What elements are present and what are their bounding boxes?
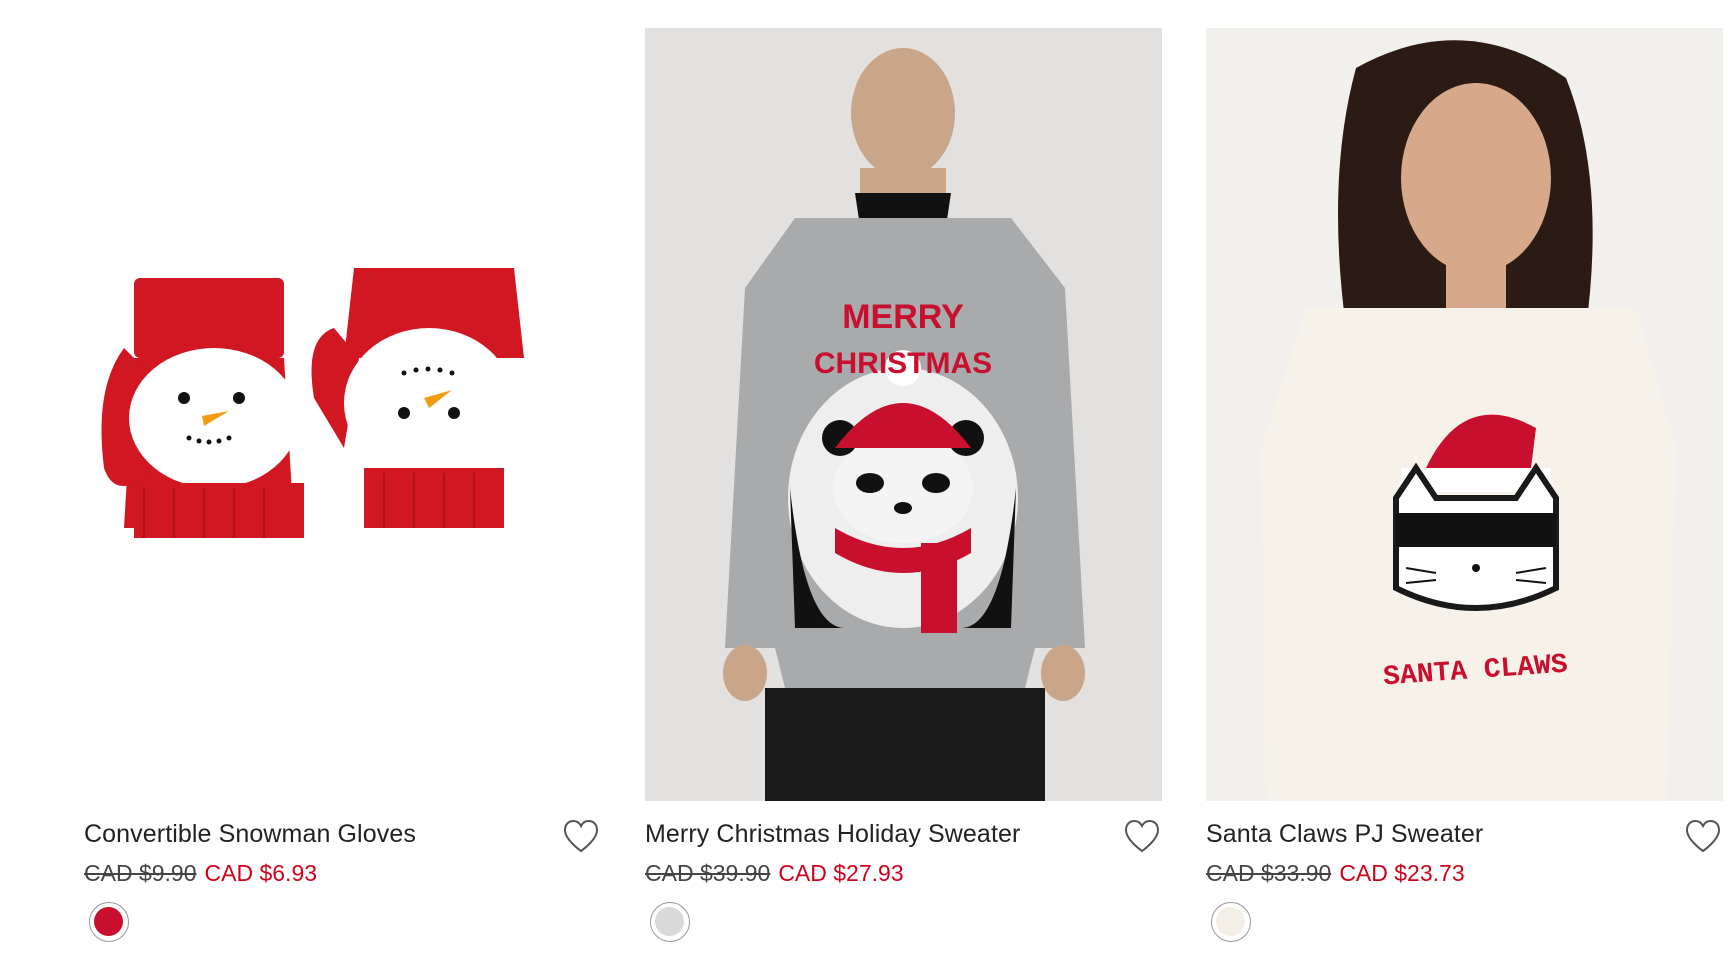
product-card: MERRY CHRISTMAS Merry Christmas Holiday … [645, 28, 1162, 956]
product-image[interactable] [84, 28, 601, 801]
product-grid: Convertible Snowman Gloves CAD $9.90 CAD … [0, 0, 1728, 956]
swatch-color [1216, 907, 1245, 936]
product-title[interactable]: Convertible Snowman Gloves [84, 820, 416, 849]
snowman-gloves-image [101, 268, 524, 538]
wishlist-heart-icon[interactable] [562, 818, 600, 854]
product-title[interactable]: Merry Christmas Holiday Sweater [645, 820, 1020, 849]
sale-price: CAD $23.73 [1339, 860, 1465, 886]
cat-sweater-image: SANTA CLAWS [1206, 28, 1723, 801]
product-image[interactable]: MERRY CHRISTMAS [645, 28, 1162, 801]
color-swatch[interactable] [89, 902, 129, 942]
product-card: SANTA CLAWS Santa Claws PJ Sweater CAD $… [1206, 28, 1723, 956]
wishlist-heart-icon[interactable] [1684, 818, 1722, 854]
swatch-color [94, 907, 123, 936]
price-row: CAD $33.90 CAD $23.73 [1206, 860, 1465, 887]
product-image[interactable]: SANTA CLAWS [1206, 28, 1723, 801]
price-row: CAD $9.90 CAD $6.93 [84, 860, 317, 887]
sweater-print-text-top: MERRY [842, 298, 964, 336]
sale-price: CAD $27.93 [778, 860, 904, 886]
wishlist-heart-icon[interactable] [1123, 818, 1161, 854]
sweater-print-text-bottom: CHRISTMAS [814, 347, 992, 380]
swatch-color [655, 907, 684, 936]
original-price: CAD $9.90 [84, 860, 197, 886]
price-row: CAD $39.90 CAD $27.93 [645, 860, 904, 887]
panda-sweater-image: MERRY CHRISTMAS [645, 28, 1162, 801]
original-price: CAD $33.90 [1206, 860, 1332, 886]
original-price: CAD $39.90 [645, 860, 771, 886]
color-swatch[interactable] [650, 902, 690, 942]
sale-price: CAD $6.93 [204, 860, 318, 886]
product-card: Convertible Snowman Gloves CAD $9.90 CAD … [84, 28, 601, 956]
product-title[interactable]: Santa Claws PJ Sweater [1206, 820, 1483, 849]
color-swatch[interactable] [1211, 902, 1251, 942]
